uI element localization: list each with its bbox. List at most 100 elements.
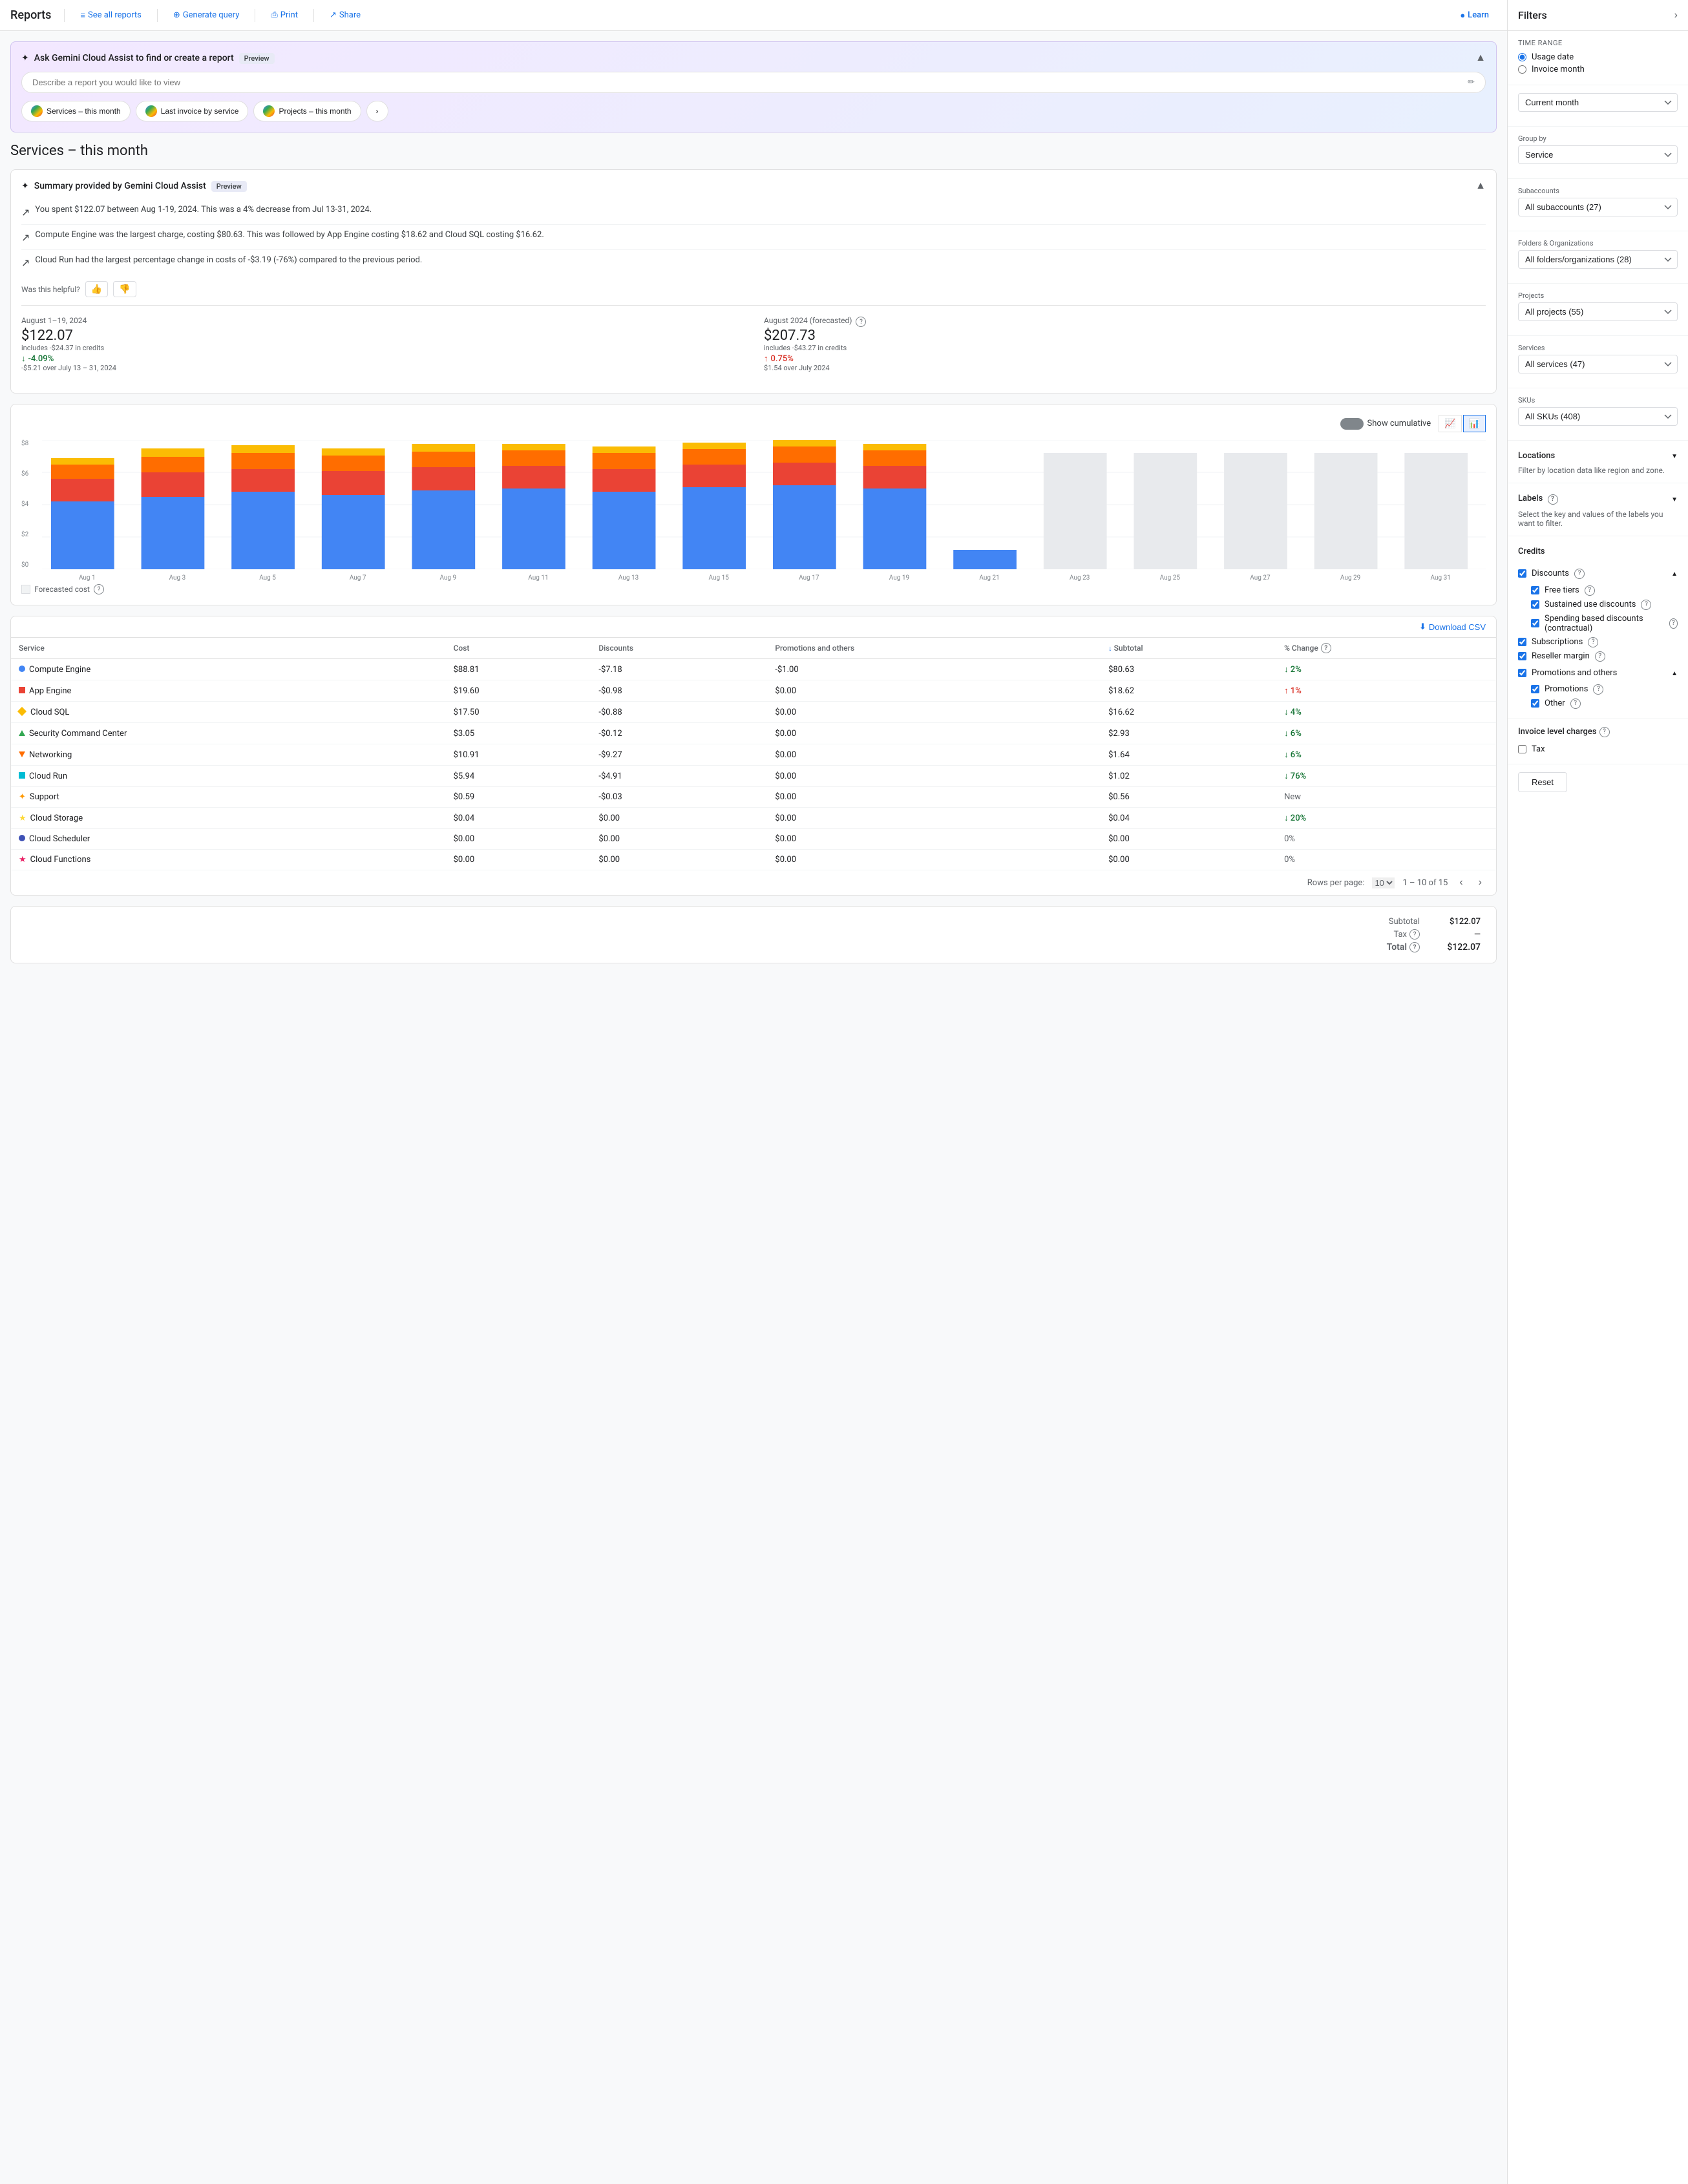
gemini-preview-badge: Preview [239, 53, 275, 64]
promotions-checkbox[interactable] [1531, 685, 1539, 693]
discounts-help-icon[interactable]: ? [1574, 569, 1585, 579]
rows-per-page-select[interactable]: 10 25 50 [1372, 877, 1395, 888]
free-tiers-row[interactable]: Free tiers ? [1531, 583, 1678, 598]
folders-label: Folders & Organizations [1518, 239, 1678, 247]
reset-button[interactable]: Reset [1518, 772, 1567, 792]
group-by-section: Group by Service Project [1508, 127, 1688, 179]
download-csv-button[interactable]: ⬇ Download CSV [1419, 622, 1486, 632]
free-tiers-checkbox[interactable] [1531, 586, 1539, 594]
usage-date-input[interactable] [1518, 53, 1526, 61]
print-link[interactable]: ⎙ Print [263, 6, 306, 24]
summary-preview-badge: Preview [211, 181, 247, 192]
folders-select[interactable]: All folders/organizations (28) [1518, 250, 1678, 269]
discounts-checkbox[interactable] [1518, 569, 1526, 578]
invoice-month-radio[interactable]: Invoice month [1518, 65, 1678, 74]
usage-date-radio[interactable]: Usage date [1518, 52, 1678, 62]
promotions-others-checkbox[interactable] [1518, 669, 1526, 677]
other-help[interactable]: ? [1570, 698, 1581, 709]
generate-query-link[interactable]: ⊕ Generate query [165, 6, 247, 24]
quick-report-last-invoice[interactable]: Last invoice by service [136, 101, 249, 121]
forecasted-help-icon[interactable]: ? [856, 317, 866, 327]
show-cumulative-toggle[interactable]: Show cumulative [1340, 418, 1431, 430]
tax-checkbox[interactable] [1518, 745, 1526, 753]
subscriptions-checkbox[interactable] [1518, 638, 1526, 646]
other-row[interactable]: Other ? [1531, 697, 1678, 711]
discounts-label: Discounts [1532, 569, 1569, 578]
forecasted-help-icon-2[interactable]: ? [94, 584, 104, 594]
subscriptions-row[interactable]: Subscriptions ? [1518, 635, 1678, 649]
promotions-row[interactable]: Promotions ? [1531, 682, 1678, 697]
thumbs-down-button[interactable]: 👎 [113, 281, 136, 297]
reseller-margin-row[interactable]: Reseller margin ? [1518, 649, 1678, 664]
labels-collapse[interactable]: Labels ? [1518, 491, 1678, 507]
forecasted-change: ↑ 0.75% [764, 353, 1486, 364]
next-page-button[interactable]: › [1475, 876, 1486, 890]
promotions-collapse[interactable]: Promotions and others [1518, 664, 1678, 682]
line-chart-btn[interactable]: 📈 [1439, 415, 1461, 432]
group-by-select[interactable]: Service Project [1518, 145, 1678, 164]
prev-page-button[interactable]: ‹ [1455, 876, 1466, 890]
x-label-aug9: Aug 9 [403, 574, 494, 582]
promo-cell-10: $0.00 [767, 850, 1101, 870]
sustained-use-row[interactable]: Sustained use discounts ? [1531, 598, 1678, 612]
gemini-search-input[interactable] [32, 78, 1468, 87]
quick-report-projects[interactable]: Projects – this month [253, 101, 361, 121]
services-select[interactable]: All services (47) [1518, 355, 1678, 373]
spending-based-row[interactable]: Spending based discounts (contractual) ? [1531, 612, 1678, 635]
total-help-icon[interactable]: ? [1409, 942, 1420, 952]
x-label-aug1: Aug 1 [42, 574, 132, 582]
promotions-others-row[interactable]: Promotions and others [1518, 666, 1617, 680]
reseller-margin-checkbox[interactable] [1518, 652, 1526, 660]
skus-select[interactable]: All SKUs (408) [1518, 407, 1678, 426]
table-row: Networking $10.91 -$9.27 $0.00 $1.64 ↓ 6… [11, 744, 1496, 766]
bar-chart-btn[interactable]: 📊 [1463, 415, 1486, 432]
tax-row: Tax ? — [1393, 929, 1481, 940]
learn-icon: ● [1460, 10, 1465, 21]
cost-cell-8: $0.04 [446, 808, 591, 829]
labels-sublabel: Select the key and values of the labels … [1518, 510, 1678, 528]
free-tiers-help[interactable]: ? [1585, 585, 1595, 596]
y-label-8: $8 [21, 440, 28, 447]
cost-cell-1: $88.81 [446, 659, 591, 680]
change-cell-2: ↑ 1% [1276, 680, 1496, 702]
spending-based-checkbox[interactable] [1531, 619, 1539, 627]
period-select[interactable]: Current month Last month Last 3 months [1518, 93, 1678, 112]
thumbs-up-button[interactable]: 👍 [85, 281, 108, 297]
locations-collapse[interactable]: Locations [1518, 448, 1678, 463]
subtotal-cell-8: $0.04 [1101, 808, 1276, 829]
other-checkbox[interactable] [1531, 699, 1539, 708]
discounts-collapse[interactable]: Discounts ? [1518, 564, 1678, 583]
invoice-charges-help[interactable]: ? [1599, 727, 1610, 737]
quick-report-projects-label: Projects – this month [279, 107, 351, 116]
labels-help-icon[interactable]: ? [1548, 494, 1558, 505]
projects-select[interactable]: All projects (55) [1518, 302, 1678, 321]
promotions-help[interactable]: ? [1593, 684, 1603, 695]
invoice-month-input[interactable] [1518, 65, 1526, 74]
change-help-icon[interactable]: ? [1321, 643, 1331, 653]
quick-report-services[interactable]: Services – this month [21, 101, 131, 121]
see-all-reports-link[interactable]: ≡ See all reports [72, 6, 149, 25]
summary-collapse-button[interactable]: ▲ [1475, 180, 1486, 192]
learn-link[interactable]: ● Learn [1452, 6, 1497, 25]
sustained-use-checkbox[interactable] [1531, 600, 1539, 609]
discount-cell-9: $0.00 [591, 829, 767, 850]
service-cell-1: Compute Engine [11, 659, 446, 680]
forecasted-credit-note: includes -$43.27 in credits [764, 344, 1486, 352]
spending-help[interactable]: ? [1669, 618, 1678, 629]
tax-help-icon[interactable]: ? [1409, 929, 1420, 940]
discounts-checkbox-row[interactable]: Discounts ? [1518, 567, 1585, 581]
change-cell-9: 0% [1276, 829, 1496, 850]
gemini-collapse-button[interactable]: ▲ [1475, 52, 1486, 64]
promo-cell-6: $0.00 [767, 766, 1101, 787]
cumulative-switch[interactable] [1340, 418, 1364, 430]
subaccounts-select[interactable]: All subaccounts (27) [1518, 198, 1678, 216]
subscriptions-help[interactable]: ? [1588, 637, 1598, 647]
cost-cell-5: $10.91 [446, 744, 591, 766]
discount-cell-4: -$0.12 [591, 723, 767, 744]
share-link[interactable]: ↗ Share [322, 6, 368, 24]
reseller-help[interactable]: ? [1595, 651, 1605, 662]
filters-collapse-button[interactable]: › [1674, 10, 1678, 21]
quick-report-more[interactable]: › [366, 101, 388, 121]
sustained-help[interactable]: ? [1641, 600, 1651, 610]
tax-row-filter[interactable]: Tax [1518, 742, 1678, 756]
